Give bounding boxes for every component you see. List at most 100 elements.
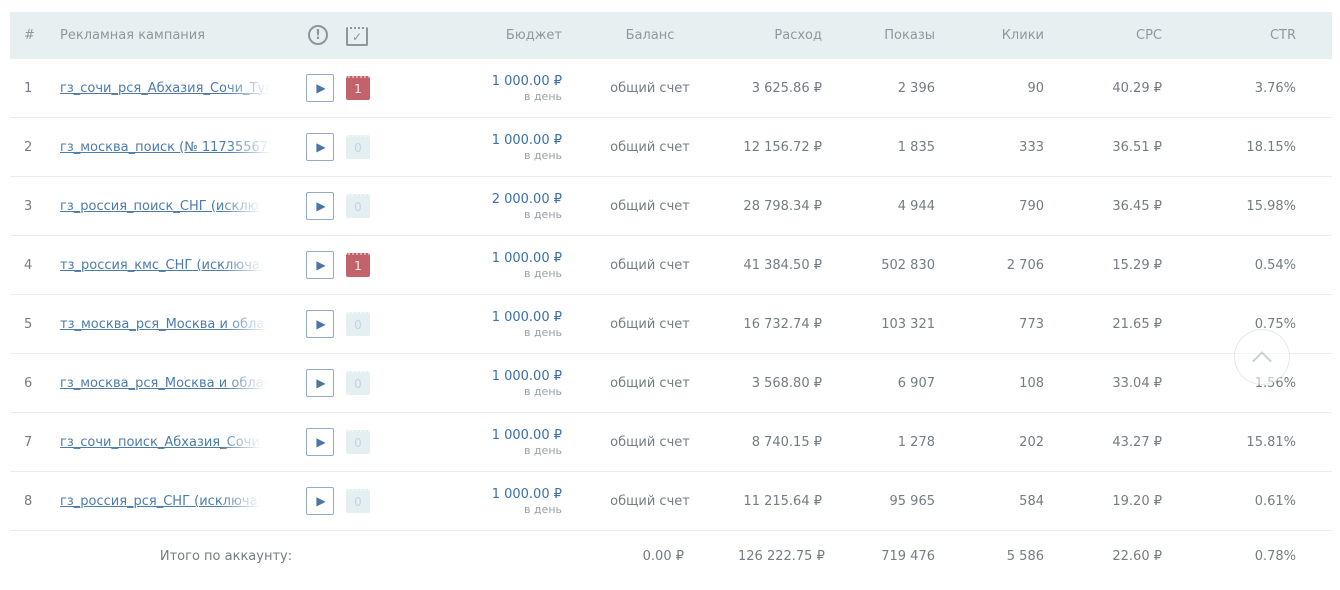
budget-period-label: в день: [408, 326, 562, 339]
row-number: 2: [10, 118, 52, 177]
cpc-value: 40.29 ₽: [1052, 59, 1170, 118]
column-schedule: ✓: [338, 12, 400, 59]
play-button[interactable]: ▶: [306, 192, 334, 220]
row-number: 6: [10, 354, 52, 413]
column-impressions: Показы: [830, 12, 943, 59]
play-button[interactable]: ▶: [306, 133, 334, 161]
clicks-value: 584: [943, 472, 1052, 531]
cpc-value: 36.45 ₽: [1052, 177, 1170, 236]
clicks-value: 202: [943, 413, 1052, 472]
campaigns-table: # Рекламная кампания ! ✓ Бюджет Баланс Р…: [10, 12, 1332, 581]
cpc-value: 33.04 ₽: [1052, 354, 1170, 413]
budget-period-label: в день: [408, 90, 562, 103]
totals-balance: 0.00 ₽: [570, 531, 730, 582]
budget-link[interactable]: 1 000.00 ₽: [492, 133, 562, 148]
play-button[interactable]: ▶: [306, 310, 334, 338]
calendar-check-icon: ✓: [346, 27, 368, 46]
spend-value: 3 568.80 ₽: [730, 354, 830, 413]
balance-value: общий счет: [570, 295, 730, 354]
clicks-value: 790: [943, 177, 1052, 236]
schedule-badge[interactable]: 0: [346, 489, 370, 513]
table-row: 6 гз_москва_рся_Москва и облас ▶ 0 1 000…: [10, 354, 1332, 413]
spend-value: 8 740.15 ₽: [730, 413, 830, 472]
ctr-value: 18.15%: [1170, 118, 1332, 177]
table-header: # Рекламная кампания ! ✓ Бюджет Баланс Р…: [10, 12, 1332, 59]
column-clicks: Клики: [943, 12, 1052, 59]
campaign-link[interactable]: тз_москва_рся_Москва и облас: [60, 317, 272, 332]
schedule-badge[interactable]: 0: [346, 194, 370, 218]
spend-value: 11 215.64 ₽: [730, 472, 830, 531]
campaign-link[interactable]: тз_россия_кмс_СНГ (исключая: [60, 258, 268, 273]
budget-period-label: в день: [408, 208, 562, 221]
impressions-value: 6 907: [830, 354, 943, 413]
campaign-link[interactable]: гз_россия_рся_СНГ (исключая: [60, 494, 265, 509]
campaign-link[interactable]: гз_сочи_рся_Абхазия_Сочи_Тур: [60, 81, 274, 96]
campaigns-table-wrap: # Рекламная кампания ! ✓ Бюджет Баланс Р…: [10, 12, 1332, 581]
table-body: 1 гз_сочи_рся_Абхазия_Сочи_Тур ▶ 1 1 000…: [10, 59, 1332, 531]
campaign-link[interactable]: гз_россия_поиск_СНГ (исключ: [60, 199, 266, 214]
impressions-value: 1 835: [830, 118, 943, 177]
table-row: 8 гз_россия_рся_СНГ (исключая ▶ 0 1 000.…: [10, 472, 1332, 531]
row-number: 7: [10, 413, 52, 472]
play-button[interactable]: ▶: [306, 251, 334, 279]
balance-value: общий счет: [570, 354, 730, 413]
scroll-to-top-button[interactable]: [1234, 329, 1290, 385]
budget-link[interactable]: 1 000.00 ₽: [492, 251, 562, 266]
play-button[interactable]: ▶: [306, 487, 334, 515]
balance-value: общий счет: [570, 413, 730, 472]
clicks-value: 333: [943, 118, 1052, 177]
play-button[interactable]: ▶: [306, 428, 334, 456]
chevron-up-icon: [1252, 351, 1272, 371]
play-button[interactable]: ▶: [306, 369, 334, 397]
budget-link[interactable]: 1 000.00 ₽: [492, 74, 562, 89]
column-status: !: [298, 12, 338, 59]
budget-link[interactable]: 1 000.00 ₽: [492, 310, 562, 325]
budget-period-label: в день: [408, 444, 562, 457]
exclamation-circle-icon: !: [308, 25, 328, 45]
spend-value: 28 798.34 ₽: [730, 177, 830, 236]
ctr-value: 3.76%: [1170, 59, 1332, 118]
clicks-value: 773: [943, 295, 1052, 354]
cpc-value: 15.29 ₽: [1052, 236, 1170, 295]
play-button[interactable]: ▶: [306, 74, 334, 102]
schedule-badge[interactable]: 0: [346, 312, 370, 336]
table-row: 1 гз_сочи_рся_Абхазия_Сочи_Тур ▶ 1 1 000…: [10, 59, 1332, 118]
spend-value: 3 625.86 ₽: [730, 59, 830, 118]
budget-link[interactable]: 1 000.00 ₽: [492, 487, 562, 502]
schedule-badge[interactable]: 0: [346, 371, 370, 395]
clicks-value: 90: [943, 59, 1052, 118]
campaign-link[interactable]: гз_москва_поиск (№ 117355672: [60, 140, 276, 155]
totals-spend: 126 222.75 ₽: [730, 531, 830, 582]
schedule-badge[interactable]: 1: [346, 76, 370, 100]
totals-impressions: 719 476: [830, 531, 943, 582]
row-number: 5: [10, 295, 52, 354]
campaign-link[interactable]: гз_сочи_поиск_Абхазия_Сочи_: [60, 435, 266, 450]
totals-cpc: 22.60 ₽: [1052, 531, 1170, 582]
column-budget: Бюджет: [400, 12, 570, 59]
balance-value: общий счет: [570, 59, 730, 118]
budget-period-label: в день: [408, 503, 562, 516]
table-row: 2 гз_москва_поиск (№ 117355672 ▶ 0 1 000…: [10, 118, 1332, 177]
schedule-badge[interactable]: 0: [346, 430, 370, 454]
table-row: 3 гз_россия_поиск_СНГ (исключ ▶ 0 2 000.…: [10, 177, 1332, 236]
clicks-value: 2 706: [943, 236, 1052, 295]
table-row: 7 гз_сочи_поиск_Абхазия_Сочи_ ▶ 0 1 000.…: [10, 413, 1332, 472]
ctr-value: 0.54%: [1170, 236, 1332, 295]
schedule-badge[interactable]: 1: [346, 253, 370, 277]
column-campaign: Рекламная кампания: [52, 12, 298, 59]
spend-value: 16 732.74 ₽: [730, 295, 830, 354]
schedule-badge[interactable]: 0: [346, 135, 370, 159]
balance-value: общий счет: [570, 177, 730, 236]
ctr-value: 15.81%: [1170, 413, 1332, 472]
budget-link[interactable]: 1 000.00 ₽: [492, 369, 562, 384]
cpc-value: 43.27 ₽: [1052, 413, 1170, 472]
cpc-value: 36.51 ₽: [1052, 118, 1170, 177]
play-icon: ▶: [316, 318, 325, 330]
budget-link[interactable]: 1 000.00 ₽: [492, 428, 562, 443]
row-number: 8: [10, 472, 52, 531]
balance-value: общий счет: [570, 236, 730, 295]
budget-link[interactable]: 2 000.00 ₽: [492, 192, 562, 207]
campaign-link[interactable]: гз_москва_рся_Москва и облас: [60, 376, 271, 391]
impressions-value: 95 965: [830, 472, 943, 531]
play-icon: ▶: [316, 141, 325, 153]
